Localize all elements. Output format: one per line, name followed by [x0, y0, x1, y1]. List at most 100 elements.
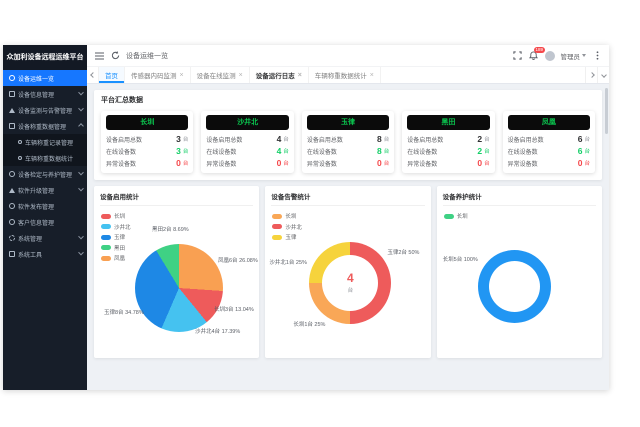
sidebar-item-device-overview[interactable]: 设备运维一览 [3, 70, 87, 86]
sidebar-item-software-upgrade[interactable]: 软件升级管理 [3, 182, 87, 198]
top-navbar: 设备运维一览 189 管理员 [87, 45, 609, 66]
online-count: 6 [578, 146, 583, 156]
tools-icon [9, 251, 15, 257]
alarm-icon [9, 108, 15, 113]
upgrade-icon [9, 188, 15, 193]
chart-legend: 长圳 沙井北 玉律 [272, 212, 302, 241]
abnormal-count: 0 [377, 158, 382, 168]
chevron-down-icon [601, 72, 607, 78]
chevron-up-icon [78, 123, 84, 129]
abnormal-count: 0 [176, 158, 181, 168]
circle-icon [18, 140, 22, 144]
legend-swatch [272, 214, 282, 219]
charts-row: 设备启用统计 长圳 沙井北 玉律 黑田 凤凰 黑田2台 8.69% 凤凰6台 2… [94, 186, 602, 358]
total-count: 4 [277, 134, 282, 144]
legend-swatch [101, 256, 111, 261]
sidebar-item-monitor-alarm[interactable]: 设备监测与告警管理 [3, 102, 87, 118]
sidebar-item-customer-info[interactable]: 客户信息管理 [3, 214, 87, 230]
avatar[interactable] [545, 51, 555, 61]
scrollbar-thumb[interactable] [605, 88, 608, 134]
sidebar-menu: 设备运维一览 设备信息管理 设备监测与告警管理 设备称重数据管理 车辆称重记录管… [3, 70, 87, 262]
sidebar-item-vehicle-weigh-stats[interactable]: 车辆称重数据统计 [3, 150, 87, 166]
tab-device-online-monitor[interactable]: 设备在线监测 × [191, 67, 250, 83]
abnormal-count: 0 [477, 158, 482, 168]
user-icon [9, 219, 15, 225]
tab-device-run-log[interactable]: 设备运行日志 × [250, 67, 309, 83]
pie-chart [135, 244, 223, 332]
chevron-down-icon [78, 90, 84, 96]
document-icon [9, 91, 15, 97]
chart-title: 设备启用统计 [100, 191, 253, 206]
scale-icon [9, 123, 15, 129]
legend-swatch [272, 235, 282, 240]
target-icon [9, 171, 15, 177]
online-count: 2 [477, 146, 482, 156]
notification-badge: 189 [534, 47, 546, 53]
tab-home[interactable]: 首页 [99, 67, 125, 83]
tabs-scroll-right[interactable] [585, 67, 597, 83]
station-card: 长圳 设备启用总数3台 在线设备数3台 异常设备数0台 [101, 111, 193, 173]
station-card: 玉律 设备启用总数8台 在线设备数8台 异常设备数0台 [302, 111, 394, 173]
close-icon[interactable]: × [239, 72, 243, 79]
chevron-down-icon [78, 106, 84, 112]
close-icon[interactable]: × [370, 72, 374, 79]
pie-label: 玉律2台 50% [387, 248, 419, 256]
refresh-icon[interactable] [110, 51, 120, 61]
sidebar-item-weighing-data[interactable]: 设备称重数据管理 [3, 118, 87, 134]
sidebar-item-system-tools[interactable]: 系统工具 [3, 246, 87, 262]
pie-label: 玉律8台 34.78% [104, 308, 144, 316]
app-window: 众加利设备远程运维平台 设备运维一览 设备信息管理 设备监测与告警管理 设备称重… [3, 45, 609, 390]
collapse-sidebar-icon[interactable] [94, 51, 104, 61]
total-count: 2 [477, 134, 482, 144]
legend-swatch [101, 245, 111, 250]
online-count: 3 [176, 146, 181, 156]
legend-swatch [272, 224, 282, 229]
chevron-down-icon [78, 186, 84, 192]
station-name: 沙井北 [206, 115, 288, 130]
station-card: 黑田 设备启用总数2台 在线设备数2台 异常设备数0台 [402, 111, 494, 173]
chevron-down-icon [78, 170, 84, 176]
release-icon [9, 203, 15, 209]
donut-center: 4 台 [309, 242, 391, 324]
caret-down-icon [582, 54, 586, 57]
device-alarm-chart-card: 设备告警统计 长圳 沙井北 玉律 4 台 玉律2台 50% 沙井北1台 25% … [265, 186, 430, 358]
pie-label: 长圳3台 13.04% [214, 305, 254, 313]
main-area: 设备运维一览 189 管理员 首页 [87, 45, 609, 390]
station-name: 黑田 [407, 115, 489, 130]
sidebar-item-calibration-maintenance[interactable]: 设备检定与养护管理 [3, 166, 87, 182]
total-count: 6 [578, 134, 583, 144]
legend-swatch [101, 214, 111, 219]
fullscreen-icon[interactable] [513, 51, 523, 61]
chevron-down-icon [78, 250, 84, 256]
summary-title: 平台汇总数据 [101, 95, 595, 105]
tabs-scroll-left[interactable] [87, 67, 99, 83]
chart-title: 设备告警统计 [271, 191, 424, 206]
chevron-right-icon [589, 72, 595, 78]
abnormal-count: 0 [277, 158, 282, 168]
tabs-bar: 首页 传感器内码监测 × 设备在线监测 × 设备运行日志 × 车辆称重数据统计 … [87, 66, 609, 84]
station-card: 凤凰 设备启用总数6台 在线设备数6台 异常设备数0台 [503, 111, 595, 173]
gear-icon [9, 235, 15, 241]
circle-icon [18, 156, 22, 160]
more-options-icon[interactable] [592, 51, 602, 61]
tab-vehicle-weigh-stats[interactable]: 车辆称重数据统计 × [309, 67, 381, 83]
app-title: 众加利设备远程运维平台 [3, 45, 87, 70]
pie-label: 沙井北1台 25% [269, 258, 307, 266]
sidebar-item-software-release[interactable]: 软件发布管理 [3, 198, 87, 214]
notification-bell-icon[interactable]: 189 [529, 51, 539, 61]
close-icon[interactable]: × [298, 72, 302, 79]
chevron-down-icon [78, 234, 84, 240]
device-maintenance-chart-card: 设备养护统计 长圳 长圳5台 100% [437, 186, 602, 358]
sidebar: 众加利设备远程运维平台 设备运维一览 设备信息管理 设备监测与告警管理 设备称重… [3, 45, 87, 390]
online-count: 4 [277, 146, 282, 156]
station-name: 凤凰 [508, 115, 590, 130]
tab-sensor-code-monitor[interactable]: 传感器内码监测 × [125, 67, 191, 83]
sidebar-item-vehicle-weigh-records[interactable]: 车辆称重记录管理 [3, 134, 87, 150]
tabs-dropdown[interactable] [597, 67, 609, 83]
sidebar-item-system-management[interactable]: 系统管理 [3, 230, 87, 246]
user-menu[interactable]: 管理员 [561, 51, 587, 61]
chart-legend: 长圳 沙井北 玉律 黑田 凤凰 [101, 212, 131, 262]
platform-summary-panel: 平台汇总数据 长圳 设备启用总数3台 在线设备数3台 异常设备数0台 沙井北 设… [94, 90, 602, 180]
close-icon[interactable]: × [180, 72, 184, 79]
sidebar-item-device-info[interactable]: 设备信息管理 [3, 86, 87, 102]
